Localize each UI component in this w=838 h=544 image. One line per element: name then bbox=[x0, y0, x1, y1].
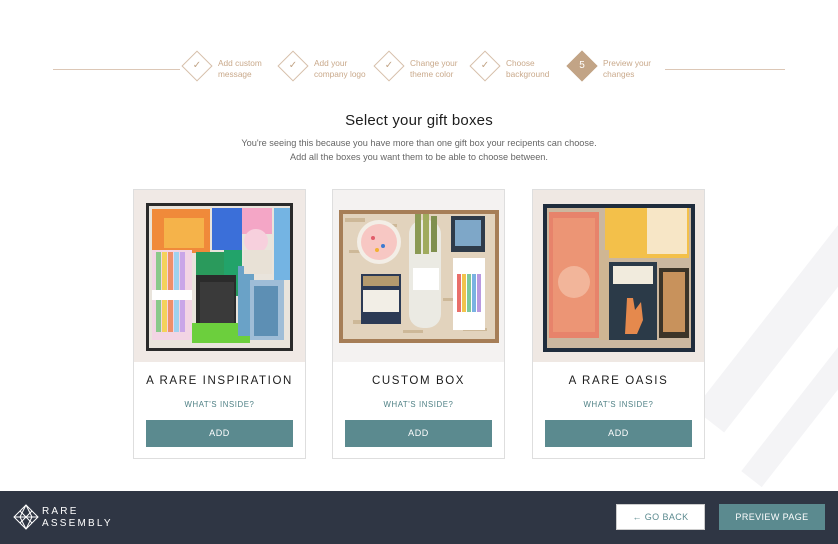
card-title: CUSTOM BOX bbox=[371, 375, 466, 387]
go-back-label: GO BACK bbox=[644, 512, 689, 522]
footer-bar: RARE ASSEMBLY ← GO BACK PREVIEW PAGE bbox=[0, 491, 838, 544]
rare-assembly-logo-icon bbox=[13, 504, 39, 530]
add-button[interactable]: ADD bbox=[545, 420, 692, 447]
page-title: Select your gift boxes bbox=[345, 112, 493, 129]
stepper-line-right bbox=[665, 69, 785, 70]
whats-inside-link[interactable]: WHAT'S INSIDE? bbox=[533, 400, 704, 409]
card-title: A RARE OASIS bbox=[568, 375, 669, 387]
preview-page-button[interactable]: PREVIEW PAGE bbox=[719, 504, 825, 530]
gift-box-card: A RARE INSPIRATION WHAT'S INSIDE? ADD bbox=[133, 189, 306, 459]
gift-box-card: CUSTOM BOX WHAT'S INSIDE? ADD bbox=[332, 189, 505, 459]
go-back-button[interactable]: ← GO BACK bbox=[616, 504, 705, 530]
page-subtitle: You're seeing this because you have more… bbox=[0, 137, 838, 164]
subtitle-line: You're seeing this because you have more… bbox=[241, 138, 597, 148]
add-button[interactable]: ADD bbox=[345, 420, 492, 447]
add-button[interactable]: ADD bbox=[146, 420, 293, 447]
check-icon: ✓ bbox=[288, 60, 298, 71]
progress-stepper: ✓ Add custom message ✓ Add your company … bbox=[0, 50, 838, 86]
gift-box-image bbox=[533, 190, 704, 362]
check-icon: ✓ bbox=[192, 60, 202, 71]
step-label: Add your company logo bbox=[314, 58, 366, 79]
step-label: Add custom message bbox=[218, 58, 262, 79]
stepper-line-left bbox=[53, 69, 180, 70]
card-title: A RARE INSPIRATION bbox=[146, 375, 293, 387]
gift-box-image bbox=[333, 190, 504, 362]
check-icon: ✓ bbox=[480, 60, 490, 71]
step-number: 5 bbox=[579, 60, 585, 71]
whats-inside-link[interactable]: WHAT'S INSIDE? bbox=[333, 400, 504, 409]
subtitle-line: Add all the boxes you want them to be ab… bbox=[290, 151, 548, 162]
whats-inside-link[interactable]: WHAT'S INSIDE? bbox=[134, 400, 305, 409]
step-label: Preview your changes bbox=[603, 58, 651, 79]
check-icon: ✓ bbox=[384, 60, 394, 71]
gift-box-card: A RARE OASIS WHAT'S INSIDE? ADD bbox=[532, 189, 705, 459]
step-label: Change your theme color bbox=[410, 58, 458, 79]
arrow-left-icon: ← bbox=[632, 512, 642, 522]
gift-box-image bbox=[134, 190, 305, 362]
step-label: Choose background bbox=[506, 58, 550, 79]
logo-wordmark: RARE ASSEMBLY bbox=[42, 506, 113, 529]
